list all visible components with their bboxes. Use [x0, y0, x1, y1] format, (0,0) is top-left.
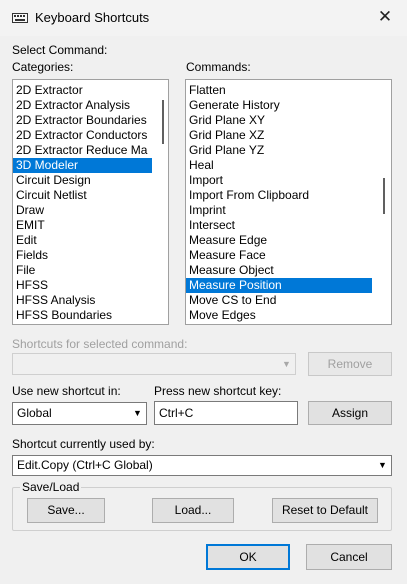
commands-scrollbar[interactable]	[375, 80, 391, 324]
command-list-item[interactable]: Import	[186, 173, 372, 188]
ok-button[interactable]: OK	[206, 544, 290, 570]
category-list-item[interactable]: Edit	[13, 233, 153, 248]
category-list-item[interactable]: HFSS Analysis	[13, 293, 153, 308]
command-list-item[interactable]: Import From Clipboard	[186, 188, 372, 203]
category-list-item[interactable]: 2D Extractor Boundaries	[13, 113, 153, 128]
command-list-item[interactable]: Measure Position	[186, 278, 372, 293]
shortcut-key-value: Ctrl+C	[159, 406, 194, 420]
window-title: Keyboard Shortcuts	[35, 10, 150, 25]
command-list-item[interactable]: Grid Plane XY	[186, 113, 372, 128]
category-list-item[interactable]: HFSS Excitations	[13, 323, 153, 324]
command-list-item[interactable]: Grid Plane XZ	[186, 128, 372, 143]
press-new-shortcut-label: Press new shortcut key:	[154, 384, 282, 398]
commands-rows: Flatten Generate History Grid Plane XY Grid…	[186, 83, 372, 324]
category-list-item[interactable]: 2D Extractor Conductors	[13, 128, 153, 143]
category-list-item[interactable]: 3D Modeler	[13, 158, 153, 173]
category-list-item[interactable]: HFSS Boundaries	[13, 308, 153, 323]
currently-used-by-value: Edit.Copy (Ctrl+C Global)	[17, 458, 153, 472]
category-list-item[interactable]: HFSS	[13, 278, 153, 293]
commands-scroll-thumb[interactable]	[383, 178, 385, 214]
currently-used-by-combo[interactable]: Edit.Copy (Ctrl+C Global) ▼	[12, 455, 392, 476]
category-list-item[interactable]: Circuit Design	[13, 173, 153, 188]
categories-rows: 2D Extractor 2D Extractor Analysis 2D Extr…	[13, 83, 153, 324]
currently-used-by-label: Shortcut currently used by:	[12, 437, 155, 451]
cancel-button[interactable]: Cancel	[306, 544, 392, 570]
command-list-item[interactable]: Measure Edge	[186, 233, 372, 248]
command-list-item[interactable]: Measure Face	[186, 248, 372, 263]
chevron-down-icon: ▼	[278, 354, 295, 374]
shortcut-key-input[interactable]: Ctrl+C	[154, 401, 298, 425]
categories-label: Categories:	[12, 60, 74, 74]
command-list-item[interactable]: Move Faces Along Normal	[186, 323, 372, 324]
use-new-shortcut-combo[interactable]: Global ▼	[12, 402, 147, 425]
load-button[interactable]: Load...	[152, 498, 234, 523]
save-load-label: Save/Load	[20, 480, 82, 494]
command-list-item[interactable]: Grid Plane YZ	[186, 143, 372, 158]
category-list-item[interactable]: Draw	[13, 203, 153, 218]
command-list-item[interactable]: Intersect	[186, 218, 372, 233]
category-list-item[interactable]: 2D Extractor Reduce Ma	[13, 143, 153, 158]
command-list-item[interactable]: Heal	[186, 158, 372, 173]
command-list-item[interactable]: Generate History	[186, 98, 372, 113]
command-list-item[interactable]: Measure Object	[186, 263, 372, 278]
assign-button[interactable]: Assign	[308, 401, 392, 425]
category-list-item[interactable]: 2D Extractor	[13, 83, 153, 98]
category-list-item[interactable]: 2D Extractor Analysis	[13, 98, 153, 113]
shortcuts-for-selected-combo: ▼	[12, 353, 296, 375]
commands-listbox[interactable]: Flatten Generate History Grid Plane XY Grid…	[185, 79, 392, 325]
use-new-shortcut-label: Use new shortcut in:	[12, 384, 121, 398]
chevron-down-icon[interactable]: ▼	[129, 403, 146, 424]
reset-to-default-button[interactable]: Reset to Default	[272, 498, 378, 523]
shortcuts-for-selected-label: Shortcuts for selected command:	[12, 337, 188, 351]
command-list-item[interactable]: Move CS to End	[186, 293, 372, 308]
close-icon[interactable]: ✕	[376, 7, 394, 27]
categories-scroll-thumb[interactable]	[162, 100, 164, 144]
commands-label: Commands:	[186, 60, 251, 74]
keyboard-icon	[12, 11, 28, 25]
categories-listbox[interactable]: 2D Extractor 2D Extractor Analysis 2D Extr…	[12, 79, 169, 325]
category-list-item[interactable]: File	[13, 263, 153, 278]
save-button[interactable]: Save...	[27, 498, 105, 523]
chevron-down-icon[interactable]: ▼	[374, 456, 391, 475]
command-list-item[interactable]: Imprint	[186, 203, 372, 218]
category-list-item[interactable]: Fields	[13, 248, 153, 263]
categories-scrollbar[interactable]	[152, 80, 168, 324]
use-new-shortcut-value: Global	[17, 406, 52, 420]
command-list-item[interactable]: Flatten	[186, 83, 372, 98]
remove-button: Remove	[308, 352, 392, 376]
category-list-item[interactable]: EMIT	[13, 218, 153, 233]
command-list-item[interactable]: Move Edges	[186, 308, 372, 323]
select-command-label: Select Command:	[12, 43, 108, 57]
category-list-item[interactable]: Circuit Netlist	[13, 188, 153, 203]
